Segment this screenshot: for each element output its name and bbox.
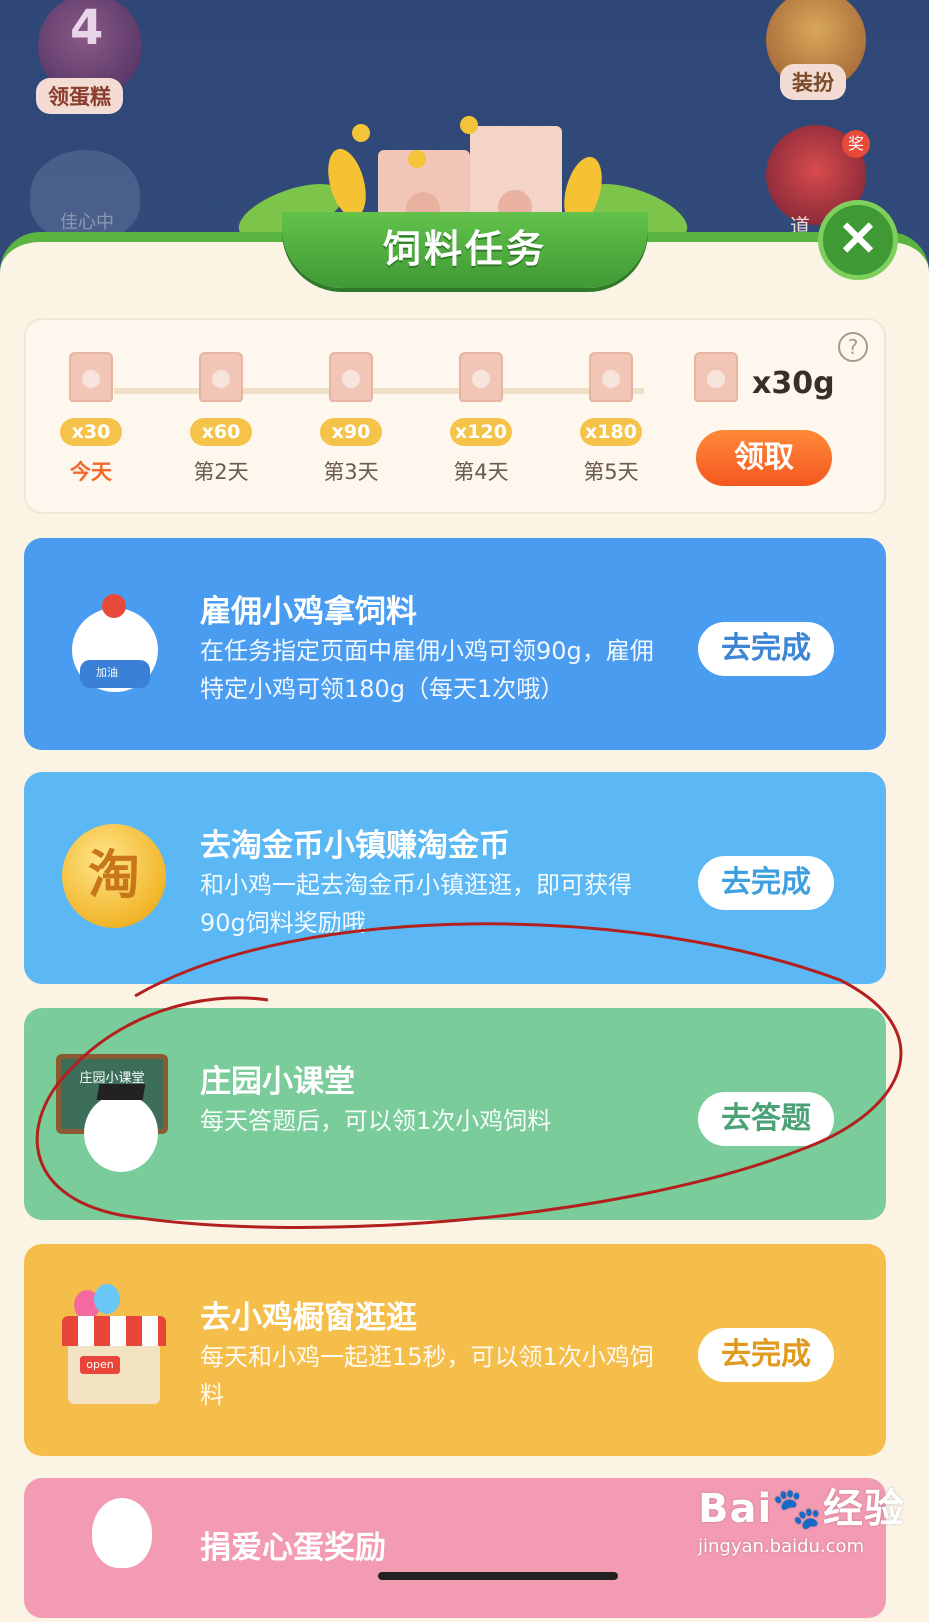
reward-amount: x30g — [752, 366, 835, 401]
day-label: 第2天 — [193, 460, 249, 484]
checkin-day: x60 第2天 — [176, 352, 266, 486]
reward-bag — [694, 352, 738, 402]
task-card-hire-chick: 加油 雇佣小鸡拿饲料 在任务指定页面中雇佣小鸡可领90g，雇佣特定小鸡可领180… — [24, 538, 886, 750]
classroom-chick-icon: 庄园小课堂 — [56, 1054, 176, 1174]
home-indicator[interactable] — [378, 1572, 618, 1580]
go-complete-button[interactable]: 去完成 — [698, 622, 834, 676]
checkin-day: x120 第4天 — [436, 352, 526, 486]
day-amount: x60 — [190, 418, 252, 446]
graduation-cap-icon — [96, 1084, 146, 1100]
grain-icon — [352, 124, 370, 142]
task-card-shop-window: open 去小鸡橱窗逛逛 每天和小鸡一起逛15秒，可以领1次小鸡饲料 去完成 — [24, 1244, 886, 1456]
day-amount: x180 — [580, 418, 642, 446]
task-description: 每天答题后，可以领1次小鸡饲料 — [200, 1107, 552, 1135]
task-title: 雇佣小鸡拿饲料 — [200, 594, 417, 630]
props-badge: 奖 — [842, 130, 870, 158]
task-description: 在任务指定页面中雇佣小鸡可领90g，雇佣特定小鸡可领180g（每天1次哦） — [200, 637, 654, 703]
task-description: 和小鸡一起去淘金币小镇逛逛，即可获得90g饲料奖励哦 — [200, 871, 632, 937]
chick-figure — [84, 1094, 158, 1172]
chick-status-icon: 佳心中 — [30, 150, 140, 240]
shop-front — [68, 1346, 160, 1404]
task-card-taobao-coin: 淘 去淘金币小镇赚淘金币 和小鸡一起去淘金币小镇逛逛，即可获得90g饲料奖励哦 … — [24, 772, 886, 984]
feed-bag-icon — [199, 352, 243, 402]
watermark-url: jingyan.baidu.com — [698, 1536, 865, 1557]
task-title: 去淘金币小镇赚淘金币 — [200, 828, 510, 864]
feed-bag-icon — [69, 352, 113, 402]
panel-title: 饲料任务 — [382, 227, 547, 271]
grain-icon — [460, 116, 478, 134]
love-egg-icon — [56, 1498, 176, 1618]
task-title: 捐爱心蛋奖励 — [200, 1530, 386, 1566]
coin-glyph: 淘 — [62, 824, 166, 928]
balloon-icon — [94, 1284, 120, 1314]
claim-button[interactable]: 领取 — [696, 430, 832, 486]
shop-icon: open — [56, 1284, 176, 1410]
feed-bag-icon — [589, 352, 633, 402]
chick-status-text: 佳心中 — [60, 212, 114, 233]
day-amount: x120 — [450, 418, 512, 446]
daily-checkin-card: x30 今天 x60 第2天 x90 第3天 x120 第4天 x180 第5天… — [24, 318, 886, 514]
go-complete-button[interactable]: 去完成 — [698, 856, 834, 910]
taobao-coin-icon: 淘 — [56, 818, 176, 938]
feed-bag-icon — [694, 352, 738, 402]
baidu-watermark: Bai🐾经验 jingyan.baidu.com — [698, 1476, 905, 1557]
day-label: 第5天 — [583, 460, 639, 484]
checkin-day: x90 第3天 — [306, 352, 396, 486]
checkin-day: x30 今天 — [46, 352, 136, 486]
close-button[interactable]: ✕ — [818, 200, 898, 280]
feed-bag-icon — [329, 352, 373, 402]
cake-button-label[interactable]: 领蛋糕 — [36, 78, 123, 114]
cake-count: 4 — [70, 0, 104, 56]
task-description: 每天和小鸡一起逛15秒，可以领1次小鸡饲料 — [200, 1343, 654, 1409]
day-label: 今天 — [70, 460, 112, 484]
dress-up-label[interactable]: 装扮 — [780, 64, 846, 100]
egg-figure — [92, 1498, 152, 1568]
answer-quiz-button[interactable]: 去答题 — [698, 1092, 834, 1146]
go-complete-button[interactable]: 去完成 — [698, 1328, 834, 1382]
day-label: 第3天 — [323, 460, 379, 484]
chick-shirt-label: 加油 — [96, 666, 118, 679]
grain-icon — [408, 150, 426, 168]
shop-awning — [62, 1316, 166, 1346]
task-title: 庄园小课堂 — [200, 1064, 355, 1100]
watermark-brand: Bai🐾经验 — [698, 1486, 905, 1532]
help-icon[interactable]: ? — [838, 332, 868, 362]
shop-sign: open — [80, 1356, 120, 1374]
day-label: 第4天 — [453, 460, 509, 484]
task-title: 去小鸡橱窗逛逛 — [200, 1300, 417, 1336]
day-amount: x30 — [60, 418, 122, 446]
feed-bag-icon — [459, 352, 503, 402]
day-amount: x90 — [320, 418, 382, 446]
task-card-farm-classroom: 庄园小课堂 庄园小课堂 每天答题后，可以领1次小鸡饲料 去答题 — [24, 1008, 886, 1220]
checkin-day: x180 第5天 — [566, 352, 656, 486]
hired-chick-icon: 加油 — [56, 584, 176, 704]
panel-title-banner: 饲料任务 — [282, 212, 648, 288]
